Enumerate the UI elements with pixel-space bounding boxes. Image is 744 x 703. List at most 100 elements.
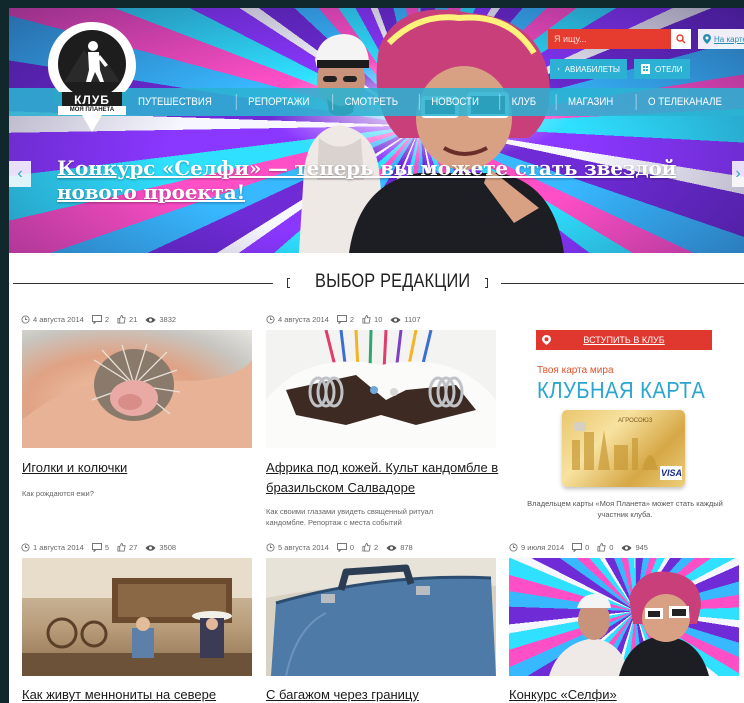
article-views: 3508 xyxy=(159,543,177,552)
club-card-image[interactable]: АГРОСОЮЗ VISA xyxy=(562,410,685,487)
logo-subtitle: МОЯ ПЛАНЕТА xyxy=(69,107,115,113)
section-bracket-right xyxy=(485,278,488,288)
article-comments: 0 xyxy=(585,543,590,552)
article-date: 4 августа 2014 xyxy=(278,315,329,324)
chevron-left-icon: ‹ xyxy=(17,165,23,182)
window-left-border xyxy=(0,0,9,703)
section-bracket-left xyxy=(287,278,290,288)
article-date: 4 августа 2014 xyxy=(33,315,84,324)
eye-icon xyxy=(390,316,401,323)
hedgehog-image xyxy=(22,343,252,448)
join-club-label: ВСТУПИТЬ В КЛУБ xyxy=(583,335,665,345)
map-pin-icon xyxy=(703,34,711,44)
nav-item-watch[interactable]: СМОТРЕТЬ xyxy=(331,94,409,110)
nav-item-news[interactable]: НОВОСТИ xyxy=(419,94,490,110)
hotels-label: ОТЕЛИ xyxy=(655,64,683,74)
article-desc-1: Как рождаются ежи? xyxy=(22,489,94,498)
article-comments: 0 xyxy=(349,543,355,552)
clock-icon xyxy=(21,315,30,324)
article-title-2[interactable]: Африка под кожей. Культ кандомбле в браз… xyxy=(266,458,506,498)
search-box xyxy=(548,29,691,49)
article-image-suitcase[interactable] xyxy=(266,558,496,676)
search-button[interactable] xyxy=(671,29,691,49)
clock-icon xyxy=(266,315,275,324)
section-divider-right xyxy=(501,283,744,284)
article-date: 9 июля 2014 xyxy=(521,543,565,552)
site-logo[interactable]: КЛУБ МОЯ ПЛАНЕТА xyxy=(44,20,140,136)
logo-pin-icon xyxy=(48,22,136,132)
article-title-3[interactable]: Как живут меннониты на севере xyxy=(22,685,216,703)
candomble-hands-image xyxy=(266,330,496,448)
article-views: 945 xyxy=(635,543,648,552)
article-title-1[interactable]: Иголки и колючки xyxy=(22,458,127,478)
avia-tickets-button[interactable]: АВИАБИЛЕТЫ xyxy=(550,59,627,79)
article-title-5[interactable]: Конкурс «Селфи» xyxy=(509,685,617,703)
window-top-border xyxy=(0,0,744,8)
comment-icon xyxy=(336,315,347,324)
selfie-contest-image xyxy=(549,571,709,676)
hero-person-right xyxy=(349,9,564,253)
like-icon xyxy=(362,315,371,324)
article-likes: 0 xyxy=(609,543,614,552)
eye-icon xyxy=(621,544,633,551)
article-meta-2: 4 августа 2014 2 10 1107 xyxy=(266,315,421,324)
club-pin-icon xyxy=(542,335,551,345)
article-title-4[interactable]: С багажом через границу xyxy=(266,685,419,703)
article-image-mennonites[interactable] xyxy=(22,558,252,676)
hero-prev-arrow[interactable]: ‹ xyxy=(9,161,31,187)
article-likes: 10 xyxy=(374,315,383,324)
nav-item-about-channel[interactable]: О ТЕЛЕКАНАЛЕ xyxy=(635,94,734,110)
hero-next-arrow[interactable]: › xyxy=(732,161,744,187)
eye-icon xyxy=(145,316,156,323)
mennonites-image xyxy=(22,558,252,676)
editors-choice-section: ВЫБОР РЕДАКЦИИ 4 августа 2014 2 21 3832 … xyxy=(9,253,744,703)
article-date: 5 августа 2014 xyxy=(278,543,329,552)
club-card-note: Владельцем карты «Моя Планета» может ста… xyxy=(527,499,723,519)
chevron-right-icon: › xyxy=(735,165,741,182)
article-meta-4: 5 августа 2014 0 2 878 xyxy=(266,543,413,552)
hotels-button[interactable]: ОТЕЛИ xyxy=(634,59,690,79)
like-icon xyxy=(362,543,371,552)
logo-title: КЛУБ xyxy=(74,93,110,107)
nav-item-travel[interactable]: ПУТЕШЕСТВИЯ xyxy=(127,94,224,110)
article-meta-1: 4 августа 2014 2 21 3832 xyxy=(21,315,176,324)
clock-icon xyxy=(21,543,30,552)
article-views: 878 xyxy=(400,543,413,552)
article-views: 1107 xyxy=(404,315,421,324)
comment-icon xyxy=(91,543,102,552)
article-image-selfie-contest[interactable] xyxy=(509,558,739,676)
section-header: ВЫБОР РЕДАКЦИИ xyxy=(13,269,744,297)
article-likes: 27 xyxy=(129,543,138,552)
hotel-icon xyxy=(641,64,650,74)
join-club-button[interactable]: ВСТУПИТЬ В КЛУБ xyxy=(536,330,712,350)
article-likes: 2 xyxy=(374,543,379,552)
eye-icon xyxy=(145,544,156,551)
clock-icon xyxy=(266,543,275,552)
article-views: 3832 xyxy=(159,315,177,324)
comment-icon xyxy=(91,315,102,324)
avia-tickets-label: АВИАБИЛЕТЫ xyxy=(564,64,620,74)
nav-item-reports[interactable]: РЕПОРТАЖИ xyxy=(235,94,321,110)
article-meta-3: 1 августа 2014 5 27 3508 xyxy=(21,543,176,552)
hero-title-link[interactable]: Конкурс «Селфи» — теперь вы можете стать… xyxy=(57,156,717,204)
main-nav: ПУТЕШЕСТВИЯ РЕПОРТАЖИ СМОТРЕТЬ НОВОСТИ К… xyxy=(120,88,740,116)
article-date: 1 августа 2014 xyxy=(33,543,84,552)
like-icon xyxy=(117,543,126,552)
airplane-icon xyxy=(557,67,560,71)
suitcase-image xyxy=(266,564,496,676)
like-icon xyxy=(117,315,126,324)
nav-item-shop[interactable]: МАГАЗИН xyxy=(555,94,624,110)
article-image-hedgehog[interactable] xyxy=(22,330,252,448)
card-visa-logo: VISA xyxy=(661,468,683,478)
search-input[interactable] xyxy=(548,29,671,49)
section-title: ВЫБОР РЕДАКЦИИ xyxy=(315,271,471,292)
article-comments: 2 xyxy=(349,315,355,324)
article-comments: 5 xyxy=(104,543,110,552)
nav-item-club[interactable]: КЛУБ xyxy=(498,94,547,110)
article-image-candomble[interactable] xyxy=(266,330,496,448)
article-desc-2: Как своими глазами увидеть священный рит… xyxy=(266,507,434,527)
map-link[interactable]: На карте xyxy=(698,29,744,49)
section-divider-left xyxy=(13,283,273,284)
card-bank-name: АГРОСОЮЗ xyxy=(618,418,653,424)
map-link-label: На карте xyxy=(714,34,744,44)
